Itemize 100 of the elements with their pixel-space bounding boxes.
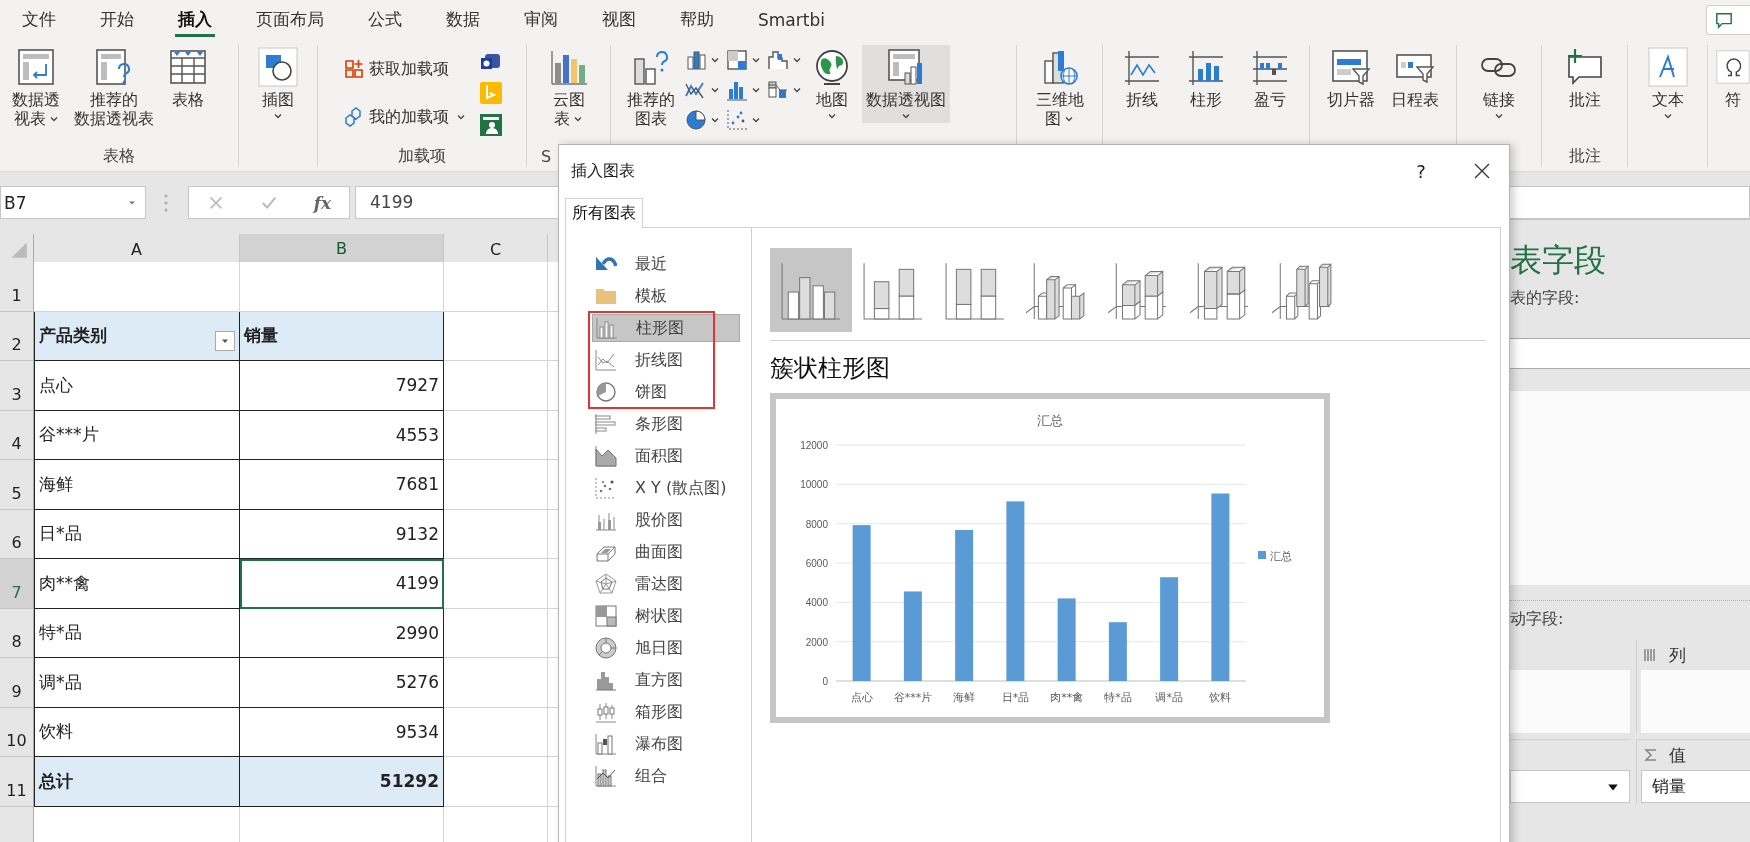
ribbon-button[interactable]: 推荐的 数据透视表 bbox=[70, 45, 158, 130]
ribbon-button[interactable]: 柱形 bbox=[1182, 45, 1230, 111]
chart-type-item[interactable]: 柱形图 bbox=[592, 314, 740, 342]
ribbon-tab[interactable]: 帮助 bbox=[658, 0, 736, 39]
icon-button[interactable] bbox=[685, 109, 720, 131]
ribbon-button[interactable]: 日程表 bbox=[1387, 45, 1443, 111]
chart-type-item[interactable]: 饼图 bbox=[592, 378, 671, 406]
dialog-title: 插入图表 bbox=[571, 160, 635, 182]
chart-type-item[interactable]: 曲面图 bbox=[592, 538, 687, 566]
row-header[interactable]: 6 bbox=[0, 509, 34, 559]
ribbon-tab[interactable]: 审阅 bbox=[502, 0, 580, 39]
row-header[interactable]: 10 bbox=[0, 707, 34, 757]
icon-button[interactable] bbox=[767, 79, 802, 101]
chart-type-item[interactable]: 条形图 bbox=[592, 410, 687, 438]
ribbon-button[interactable]: 三维地 图 bbox=[1031, 45, 1088, 130]
app-tile-icon bbox=[479, 82, 502, 104]
ribbon-button[interactable]: 获取加载项 bbox=[342, 54, 466, 84]
chart-type-item[interactable]: 模板 bbox=[592, 282, 671, 310]
row-header[interactable]: 8 bbox=[0, 608, 34, 658]
chart-subtype-button[interactable] bbox=[770, 248, 852, 332]
ribbon-button[interactable]: 数据透视图 bbox=[862, 45, 950, 123]
table-cell: 7681 bbox=[240, 460, 444, 510]
ribbon-tab[interactable]: 开始 bbox=[78, 0, 156, 39]
name-box[interactable]: B7 bbox=[0, 186, 146, 219]
chart-type-item[interactable]: 雷达图 bbox=[592, 570, 687, 598]
icon-button[interactable] bbox=[767, 49, 802, 71]
row-header[interactable]: 7 bbox=[0, 559, 34, 609]
table-cell: 日*品 bbox=[34, 509, 240, 559]
ribbon-button[interactable]: 云图 表 bbox=[544, 45, 593, 130]
ribbon-button[interactable]: 切片器 bbox=[1323, 45, 1379, 111]
row-header[interactable]: 11 bbox=[0, 757, 34, 807]
field-dropdown[interactable] bbox=[1510, 770, 1630, 803]
ribbon-button[interactable]: 链接 bbox=[1475, 45, 1523, 123]
insert-function-button[interactable]: fx bbox=[313, 192, 332, 213]
table-cell: 4553 bbox=[240, 410, 444, 460]
chart-type-item[interactable]: 箱形图 bbox=[592, 698, 687, 726]
chart-type-item[interactable]: 旭日图 bbox=[592, 634, 687, 662]
ribbon-button[interactable]: 地图 bbox=[808, 45, 856, 123]
people-app-icon bbox=[479, 114, 502, 136]
ribbon-button[interactable]: 盈亏 bbox=[1246, 45, 1294, 111]
icon-button[interactable] bbox=[479, 114, 502, 136]
icon-button[interactable] bbox=[726, 49, 761, 71]
category-label: 点心 bbox=[850, 691, 873, 704]
axis-tick-label: 0 bbox=[822, 676, 828, 687]
chart-type-item[interactable]: 组合 bbox=[592, 762, 671, 790]
drag-hint: 动字段: bbox=[1510, 609, 1565, 630]
combo-chart-icon bbox=[595, 765, 617, 787]
table-cell: 7927 bbox=[240, 361, 444, 411]
treemap-icon bbox=[595, 605, 617, 627]
chart-type-item[interactable]: 树状图 bbox=[592, 602, 687, 630]
chart-type-item[interactable]: 瀑布图 bbox=[592, 730, 687, 758]
filter-button[interactable] bbox=[215, 330, 235, 351]
ribbon-tab[interactable]: 公式 bbox=[346, 0, 424, 39]
icon-button[interactable] bbox=[685, 49, 720, 71]
total-cell: 51292 bbox=[240, 757, 444, 807]
chart-type-item[interactable]: 最近 bbox=[592, 250, 671, 278]
row-header[interactable]: 3 bbox=[0, 361, 34, 411]
comments-button[interactable] bbox=[1706, 4, 1750, 35]
row-header[interactable]: 9 bbox=[0, 658, 34, 708]
row-header[interactable]: 4 bbox=[0, 410, 34, 460]
chart-type-item[interactable]: 股价图 bbox=[592, 506, 687, 534]
ribbon-button[interactable]: 推荐的 图表 bbox=[623, 45, 679, 130]
ribbon-button[interactable]: 折线 bbox=[1118, 45, 1166, 111]
chart-preview[interactable]: 汇总 0 2000 4000 6000 8000 10000 12000 点心 谷***片 海鲜 日*品 肉**禽 特*品 调*品 饮料 汇总 bbox=[770, 393, 1330, 723]
subtype-title: 簇状柱形图 bbox=[770, 353, 891, 383]
icon-button[interactable] bbox=[726, 109, 761, 131]
dialog-tab[interactable]: 所有图表 bbox=[565, 198, 643, 228]
row-header[interactable]: 5 bbox=[0, 460, 34, 510]
field-item[interactable]: 销量 bbox=[1641, 770, 1750, 803]
ribbon-tab[interactable]: 数据 bbox=[424, 0, 502, 39]
table-header-cell: 产品类别 bbox=[34, 311, 240, 361]
ribbon-tab[interactable]: 文件 bbox=[0, 0, 78, 39]
ribbon-button[interactable]: 批注 bbox=[1560, 45, 1609, 111]
chart-type-item[interactable]: X Y (散点图) bbox=[592, 474, 731, 502]
chart-type-item[interactable]: 直方图 bbox=[592, 666, 687, 694]
ribbon-tab[interactable]: 页面布局 bbox=[234, 0, 346, 39]
ribbon-tab[interactable]: 视图 bbox=[580, 0, 658, 39]
chart-type-item[interactable]: 折线图 bbox=[592, 346, 687, 374]
ribbon-button[interactable]: 表格 bbox=[164, 45, 212, 111]
axis-tick-label: 4000 bbox=[805, 597, 828, 609]
table-cell: 5276 bbox=[240, 658, 444, 708]
shapes-icon bbox=[258, 47, 298, 87]
table-cell: 肉**禽 bbox=[34, 559, 240, 609]
ribbon-button[interactable]: 文本 bbox=[1643, 45, 1692, 123]
ribbon-button[interactable]: 符 bbox=[1712, 45, 1750, 111]
ribbon-tab[interactable]: Smartbi bbox=[736, 0, 847, 39]
axis-tick-label: 8000 bbox=[805, 518, 828, 530]
help-button[interactable]: ? bbox=[1401, 160, 1441, 182]
grip-icon bbox=[164, 193, 168, 213]
search-field[interactable] bbox=[1510, 338, 1750, 369]
symbol-icon bbox=[1716, 47, 1750, 87]
close-icon bbox=[1474, 163, 1490, 179]
category-label: 特*品 bbox=[1104, 691, 1132, 704]
ribbon-button[interactable]: 我的加载项 bbox=[342, 102, 466, 132]
ribbon-button[interactable]: 插图 bbox=[254, 45, 302, 123]
ribbon-button[interactable]: 数据透 视表 bbox=[8, 45, 64, 130]
row-header[interactable]: 2 bbox=[0, 311, 34, 361]
combo-chart-icon bbox=[767, 79, 789, 101]
row-header[interactable]: 1 bbox=[0, 262, 34, 312]
chart-type-item[interactable]: 面积图 bbox=[592, 442, 687, 470]
